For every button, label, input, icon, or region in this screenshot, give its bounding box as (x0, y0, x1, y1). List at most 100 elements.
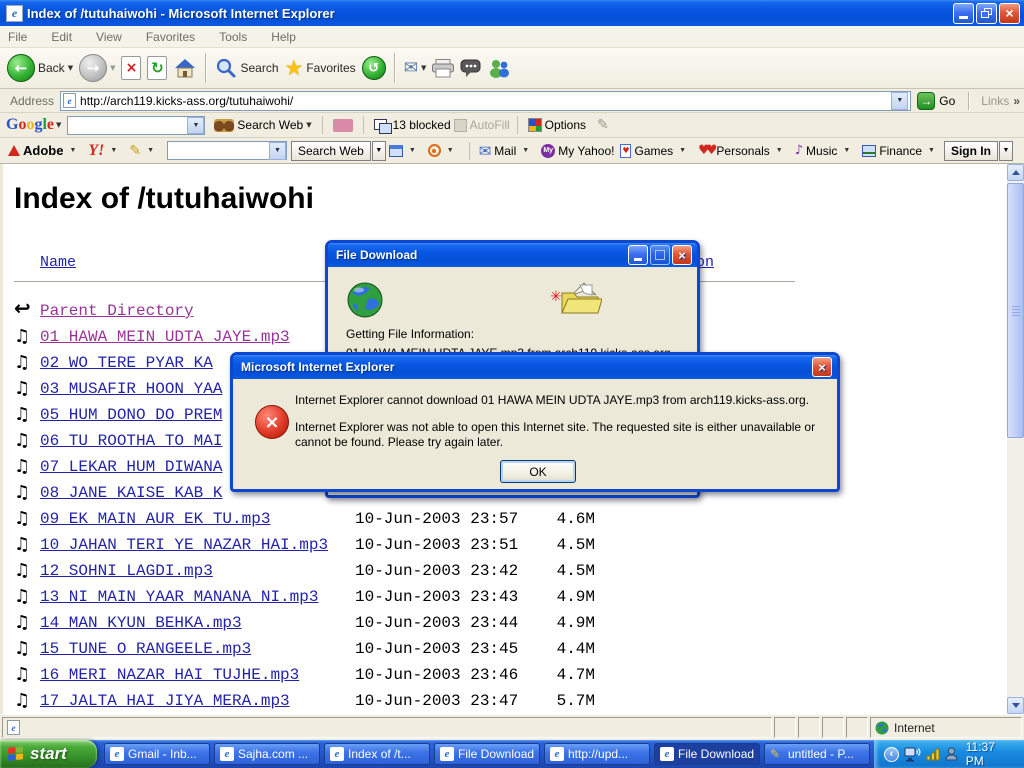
popup-blocked-button[interactable]: 13 blocked (374, 118, 451, 132)
google-logo[interactable]: Google (6, 116, 54, 134)
finance-button[interactable]: Finance ▼ (862, 144, 941, 158)
vertical-scrollbar[interactable] (1007, 164, 1024, 714)
mail-button[interactable]: ✉ ▼ (404, 58, 427, 78)
options-button[interactable]: Options (528, 118, 586, 132)
yahoo-dropdown-icon[interactable]: ▼ (110, 147, 117, 154)
yahoo-mail-button[interactable]: ✉ Mail ▼ (479, 142, 536, 160)
yahoo-search-input[interactable]: ▼ (167, 141, 287, 160)
scroll-up-button[interactable] (1007, 164, 1024, 181)
file-link[interactable]: 02 WO TERE PYAR KA (40, 354, 213, 372)
file-link[interactable]: 14 MAN KYUN BEHKA.mp3 (40, 614, 242, 632)
print-button[interactable] (432, 59, 454, 78)
games-dropdown-icon[interactable]: ▼ (679, 147, 686, 154)
edit-discuss-button[interactable] (460, 59, 482, 78)
dialog-close-button[interactable]: × (672, 245, 692, 265)
google-search-input[interactable]: ▼ (67, 116, 205, 135)
window-titlebar[interactable]: e Index of /tutuhaiwohi - Microsoft Inte… (0, 0, 1024, 26)
taskbar-task-3[interactable]: eIndex of /t... (324, 743, 430, 765)
yahoo-search-web-dropdown[interactable]: ▼ (372, 141, 386, 161)
file-link[interactable]: 09 EK MAIN AUR EK TU.mp3 (40, 510, 270, 528)
personals-button[interactable]: ♥♥ Personals ▼ (698, 143, 789, 158)
adobe-button[interactable]: Adobe ▼ (8, 143, 82, 158)
yahoo-pencil-button[interactable]: ✎ ▼ (129, 143, 160, 159)
search-button[interactable]: Search (215, 57, 278, 79)
signal-strength-icon[interactable] (926, 747, 940, 761)
address-dropdown-button[interactable]: ▼ (891, 92, 908, 110)
taskbar-task-5[interactable]: ehttp://upd... (544, 743, 650, 765)
file-link[interactable]: 03 MUSAFIR HOON YAA (40, 380, 222, 398)
file-link[interactable]: 17 JALTA HAI JIYA MERA.mp3 (40, 692, 290, 710)
autofill-button[interactable]: AutoFill (454, 118, 510, 132)
google-search-dropdown[interactable]: ▼ (187, 117, 204, 134)
dialog-minimize-button[interactable] (628, 245, 648, 265)
music-button[interactable]: ♪ Music ▼ (795, 143, 857, 158)
links-chevron-icon[interactable]: » (1013, 94, 1020, 108)
forward-button[interactable]: → ▼ (79, 54, 115, 82)
taskbar-clock[interactable]: 11:37 PM (966, 740, 1016, 768)
file-link[interactable]: 07 LEKAR HUM DIWANA (40, 458, 222, 476)
games-button[interactable]: ♥ Games ▼ (620, 144, 692, 158)
address-url[interactable]: http://arch119.kicks-ass.org/tutuhaiwohi… (80, 94, 293, 108)
error-dialog-titlebar[interactable]: Microsoft Internet Explorer × (233, 355, 837, 379)
mail-dropdown-icon[interactable]: ▼ (421, 64, 426, 72)
back-button[interactable]: ← Back ▼ (7, 54, 73, 82)
yahoo-search-dropdown[interactable]: ▼ (269, 142, 286, 160)
error-close-button[interactable]: × (812, 357, 832, 377)
highlighter-icon[interactable]: ✎ (597, 117, 609, 133)
taskbar-task-1[interactable]: eGmail - Inb... (104, 743, 210, 765)
target-dropdown-icon[interactable]: ▼ (447, 147, 454, 154)
column-header-name[interactable]: Name (40, 254, 76, 271)
file-link[interactable]: 05 HUM DONO DO PREM (40, 406, 222, 424)
scrollbar-thumb[interactable] (1007, 183, 1024, 438)
file-link[interactable]: 16 MERI NAZAR HAI TUJHE.mp3 (40, 666, 299, 684)
page-info-button[interactable] (333, 119, 353, 132)
scroll-down-button[interactable] (1007, 697, 1024, 714)
file-link[interactable]: Parent Directory (40, 302, 194, 320)
personals-dropdown-icon[interactable]: ▼ (776, 147, 783, 154)
google-dropdown-icon[interactable]: ▼ (56, 121, 61, 129)
pencil-dropdown-icon[interactable]: ▼ (147, 147, 154, 154)
file-link[interactable]: 13 NI MAIN YAAR MANANA NI.mp3 (40, 588, 318, 606)
menu-item-favorites[interactable]: Favorites (146, 30, 195, 44)
tray-chevron-button[interactable]: ‹ (884, 747, 899, 762)
sign-in-dropdown[interactable]: ▼ (999, 141, 1013, 161)
google-search-web-button[interactable]: Search Web ▼ (214, 118, 311, 132)
mail-dropdown-icon[interactable]: ▼ (522, 147, 529, 154)
menu-item-view[interactable]: View (96, 30, 122, 44)
file-link[interactable]: 12 SOHNI LAGDI.mp3 (40, 562, 213, 580)
stop-button[interactable]: × (121, 56, 141, 80)
yahoo-target-button[interactable]: ▼ (428, 144, 460, 157)
sign-in-button[interactable]: Sign In (944, 141, 998, 161)
menu-item-edit[interactable]: Edit (51, 30, 72, 44)
messenger-buddy-icon[interactable] (945, 747, 958, 761)
network-icon[interactable] (904, 747, 921, 762)
taskbar-task-6[interactable]: eFile Download (654, 743, 760, 765)
back-dropdown-icon[interactable]: ▼ (68, 64, 73, 72)
menu-item-file[interactable]: File (8, 30, 27, 44)
taskbar-task-2[interactable]: eSajha.com ... (214, 743, 320, 765)
menu-item-help[interactable]: Help (271, 30, 296, 44)
history-button[interactable]: ↺ (362, 56, 386, 80)
close-button[interactable]: × (999, 3, 1020, 24)
finance-dropdown-icon[interactable]: ▼ (928, 147, 935, 154)
ok-button[interactable]: OK (500, 460, 576, 483)
window-dropdown-icon[interactable]: ▼ (409, 147, 416, 154)
yahoo-search-web-button[interactable]: Search Web (291, 141, 371, 161)
music-dropdown-icon[interactable]: ▼ (843, 147, 850, 154)
yahoo-window-button[interactable]: ▼ (389, 145, 422, 157)
download-dialog-titlebar[interactable]: File Download × (328, 243, 697, 267)
minimize-button[interactable] (953, 3, 974, 24)
adobe-dropdown-icon[interactable]: ▼ (69, 147, 76, 154)
file-link[interactable]: 15 TUNE O RANGEELE.mp3 (40, 640, 251, 658)
go-button[interactable]: → Go (917, 92, 955, 110)
file-link[interactable]: 10 JAHAN TERI YE NAZAR HAI.mp3 (40, 536, 328, 554)
yahoo-logo-button[interactable]: Y! ▼ (88, 142, 123, 160)
search-web-dropdown-icon[interactable]: ▼ (306, 121, 311, 129)
refresh-button[interactable]: ↻ (147, 56, 167, 80)
taskbar-task-7[interactable]: ✎untitled - P... (764, 743, 870, 765)
links-label[interactable]: Links (981, 94, 1009, 108)
favorites-button[interactable]: ★ Favorites (285, 56, 356, 80)
address-input[interactable]: e http://arch119.kicks-ass.org/tutuhaiwo… (60, 91, 911, 111)
menu-item-tools[interactable]: Tools (219, 30, 247, 44)
taskbar-task-4[interactable]: eFile Download (434, 743, 540, 765)
